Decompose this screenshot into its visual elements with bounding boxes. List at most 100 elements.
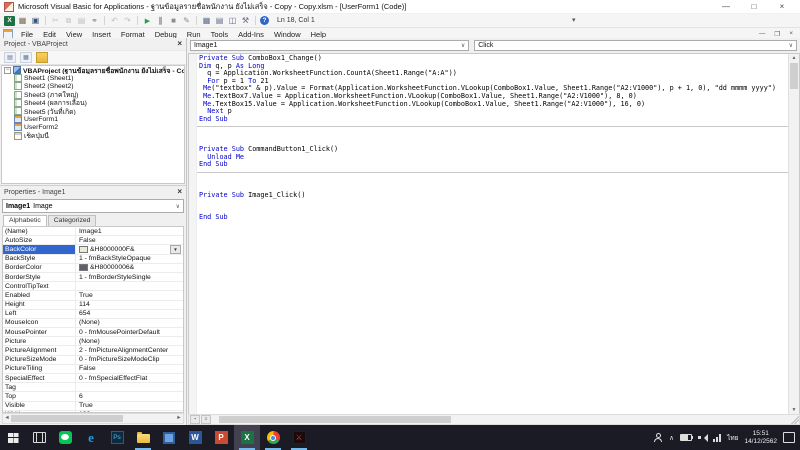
help-icon[interactable]: ? [260, 16, 269, 25]
procedure-view-icon[interactable]: ▪ [190, 415, 200, 424]
taskbar-start[interactable] [0, 425, 26, 450]
property-row[interactable]: Height114 [3, 301, 183, 310]
dropdown-arrow-icon[interactable]: ▼ [170, 245, 181, 253]
scroll-right-icon[interactable]: ► [175, 414, 183, 423]
property-row[interactable]: MousePointer0 - fmMousePointerDefault [3, 328, 183, 337]
property-row[interactable]: BorderStyle1 - fmBorderStyleSingle [3, 273, 183, 282]
property-row[interactable]: PictureTilingFalse [3, 365, 183, 374]
save-icon[interactable]: ▣ [30, 15, 41, 26]
code-line[interactable]: q = Application.WorksheetFunction.CountA… [199, 70, 788, 78]
resize-grip[interactable] [790, 415, 799, 424]
object-browser-icon[interactable]: ◫ [227, 15, 238, 26]
run-icon[interactable]: ▶ [142, 15, 153, 26]
code-line[interactable]: Private Sub CommandButton1_Click() [199, 146, 788, 154]
project-explorer-icon[interactable]: ▦ [201, 15, 212, 26]
code-line[interactable]: Private Sub Image1_Click() [199, 192, 788, 200]
cut-icon[interactable]: ✂ [50, 15, 61, 26]
taskbar-edge[interactable]: e [78, 425, 104, 450]
scroll-down-icon[interactable]: ▼ [789, 406, 799, 414]
code-vscrollbar[interactable]: ▲ ▼ [788, 54, 799, 414]
tree-item[interactable]: UserForm2 [2, 123, 184, 131]
code-line[interactable] [199, 131, 788, 139]
action-center-icon[interactable] [783, 432, 795, 443]
code-line[interactable] [199, 177, 788, 185]
tab-categorized[interactable]: Categorized [48, 215, 97, 226]
property-row[interactable]: Top6 [3, 392, 183, 401]
property-row[interactable]: (Name)Image1 [3, 227, 183, 236]
properties-object-selector[interactable]: Image1 Image ∨ [2, 199, 184, 213]
design-mode-icon[interactable]: ✎ [181, 15, 192, 26]
view-microsoft-excel-icon[interactable]: X [4, 16, 15, 26]
taskbar-file-explorer[interactable] [130, 425, 156, 450]
toolbar-overflow-icon[interactable]: ▾ [572, 16, 576, 24]
margin-indicator-bar[interactable] [189, 54, 197, 414]
code-editor[interactable]: Private Sub ComboBox1_Change()Dim q, p A… [188, 53, 800, 414]
view-code-icon[interactable]: ▤ [4, 52, 16, 63]
chevron-down-icon[interactable]: ∨ [176, 203, 180, 210]
properties-hscrollbar[interactable]: ◄ ► [2, 413, 184, 424]
network-icon[interactable] [713, 434, 721, 442]
tree-item[interactable]: Sheet3 (ภาคใหญ่) [2, 91, 184, 99]
code-line[interactable]: End Sub [199, 214, 788, 222]
reset-icon[interactable]: ■ [168, 15, 179, 26]
property-row[interactable]: VisibleTrue [3, 402, 183, 411]
code-line[interactable]: Me.TextBox15.Value = Application.Workshe… [199, 101, 788, 109]
code-line[interactable]: Next p [199, 108, 788, 116]
tree-item[interactable]: Sheet5 (วันที่เกิด) [2, 107, 184, 115]
maximize-icon[interactable]: □ [740, 0, 768, 13]
redo-icon[interactable]: ↷ [122, 15, 133, 26]
child-close-icon[interactable]: × [789, 30, 793, 38]
code-line[interactable]: End Sub [199, 116, 788, 124]
property-row[interactable]: AutoSizeFalse [3, 236, 183, 245]
tab-alphabetic[interactable]: Alphabetic [3, 215, 47, 226]
code-line[interactable] [199, 207, 788, 215]
taskbar-excel[interactable]: X [234, 425, 260, 450]
tree-item[interactable]: −VBAProject (ฐานข้อมูลรายชื่อพนักงาน ยัง… [2, 66, 184, 74]
code-line[interactable] [199, 199, 788, 207]
property-row[interactable]: Tag [3, 383, 183, 392]
property-row[interactable]: BackStyle1 - fmBackStyleOpaque [3, 255, 183, 264]
undo-icon[interactable]: ↶ [109, 15, 120, 26]
minimize-icon[interactable]: — [712, 0, 740, 13]
paste-icon[interactable]: ▤ [76, 15, 87, 26]
taskbar-line[interactable] [52, 425, 78, 450]
property-row[interactable]: MouseIcon(None) [3, 319, 183, 328]
people-icon[interactable] [654, 433, 663, 442]
find-icon[interactable]: ⚭ [89, 15, 100, 26]
language-indicator[interactable]: ไทย [727, 433, 738, 443]
volume-icon[interactable] [698, 434, 707, 442]
full-module-view-icon[interactable]: ≡ [201, 415, 211, 424]
clock[interactable]: 15:51 14/12/2562 [744, 430, 777, 446]
property-row[interactable]: ControlTipText [3, 282, 183, 291]
tree-item[interactable]: UserForm1 [2, 115, 184, 123]
code-line[interactable]: End Sub [199, 161, 788, 169]
copy-icon[interactable]: ⧉ [63, 15, 74, 26]
tree-item[interactable]: Sheet2 (Sheet2) [2, 82, 184, 90]
hscroll-thumb[interactable] [11, 415, 123, 422]
insert-userform-icon[interactable]: ▦ [17, 15, 28, 26]
object-dropdown[interactable]: Image1 ∨ [190, 40, 469, 51]
taskbar-chrome[interactable] [260, 425, 286, 450]
chevron-down-icon[interactable]: ∨ [461, 42, 465, 49]
vscroll-thumb[interactable] [790, 63, 798, 89]
taskbar-game[interactable]: ⚔ [286, 425, 312, 450]
toggle-folders-icon[interactable] [36, 52, 48, 63]
toolbox-icon[interactable]: ⚒ [240, 15, 251, 26]
taskbar-word[interactable]: W [182, 425, 208, 450]
break-icon[interactable]: ∥ [155, 15, 166, 26]
property-row[interactable]: EnabledTrue [3, 291, 183, 300]
close-icon[interactable]: × [768, 0, 796, 13]
tree-item[interactable]: เช็คปุ่มนี้ [2, 132, 184, 140]
taskbar-powerpoint[interactable]: P [208, 425, 234, 450]
collapse-icon[interactable]: − [4, 67, 11, 74]
child-restore-icon[interactable]: ❐ [774, 30, 780, 38]
property-row[interactable]: SpecialEffect0 - fmSpecialEffectFlat [3, 374, 183, 383]
scroll-up-icon[interactable]: ▲ [789, 54, 799, 62]
procedure-dropdown[interactable]: Click ∨ [474, 40, 797, 51]
taskbar-photoshop[interactable]: Ps [104, 425, 130, 450]
property-row[interactable]: Picture(None) [3, 337, 183, 346]
show-hidden-icons-icon[interactable]: ∧ [669, 434, 674, 442]
project-panel-close-icon[interactable]: × [177, 39, 182, 49]
properties-panel-close-icon[interactable]: × [177, 187, 182, 197]
scroll-left-icon[interactable]: ◄ [3, 414, 11, 423]
